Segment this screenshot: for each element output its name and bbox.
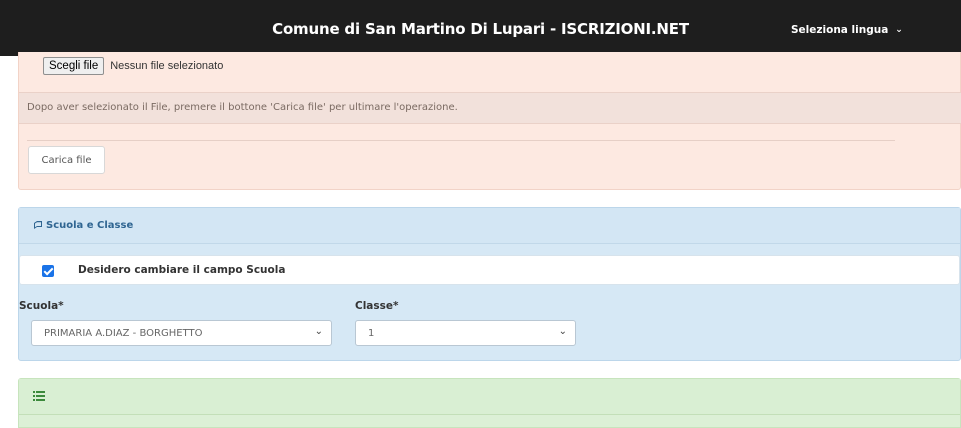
school-select[interactable]: PRIMARIA A.DIAZ - BORGHETTO ⌄ (31, 320, 332, 346)
change-school-label: Desidero cambiare il campo Scuola (78, 264, 286, 276)
school-class-panel: Scuola e Classe Desidero cambiare il cam… (18, 207, 961, 361)
school-class-title: Scuola e Classe (46, 220, 134, 231)
list-icon (33, 391, 45, 401)
upload-panel: Scegli file Nessun file selezionato Dopo… (18, 52, 961, 190)
chevron-down-icon: ⌄ (558, 326, 567, 337)
choose-file-button[interactable]: Scegli file (43, 57, 105, 75)
language-selector[interactable]: Seleziona lingua ⌄ (791, 24, 903, 36)
chevron-down-icon: ⌄ (314, 326, 323, 337)
class-field-label: Classe* (355, 300, 399, 312)
change-school-row[interactable]: Desidero cambiare il campo Scuola (19, 255, 960, 285)
change-school-checkbox[interactable] (42, 265, 54, 277)
school-class-heading: Scuola e Classe (19, 208, 960, 244)
school-select-value: PRIMARIA A.DIAZ - BORGHETTO (44, 328, 203, 339)
file-input[interactable]: Scegli file Nessun file selezionato (43, 56, 223, 76)
class-select[interactable]: 1 ⌄ (355, 320, 576, 346)
chevron-down-icon: ⌄ (895, 25, 903, 35)
school-field-label: Scuola* (19, 300, 64, 312)
top-navbar: Comune di San Martino Di Lupari - ISCRIZ… (0, 0, 961, 56)
class-select-value: 1 (368, 328, 375, 339)
upload-file-button[interactable]: Carica file (28, 146, 105, 174)
list-panel (18, 378, 961, 428)
language-selector-label: Seleziona lingua (791, 24, 889, 36)
list-panel-heading (19, 379, 960, 415)
divider (27, 140, 895, 141)
file-status-text: Nessun file selezionato (110, 60, 224, 72)
upload-notice: Dopo aver selezionato il File, premere i… (19, 92, 961, 124)
book-icon (34, 221, 42, 229)
upload-notice-text: Dopo aver selezionato il File, premere i… (27, 102, 458, 113)
